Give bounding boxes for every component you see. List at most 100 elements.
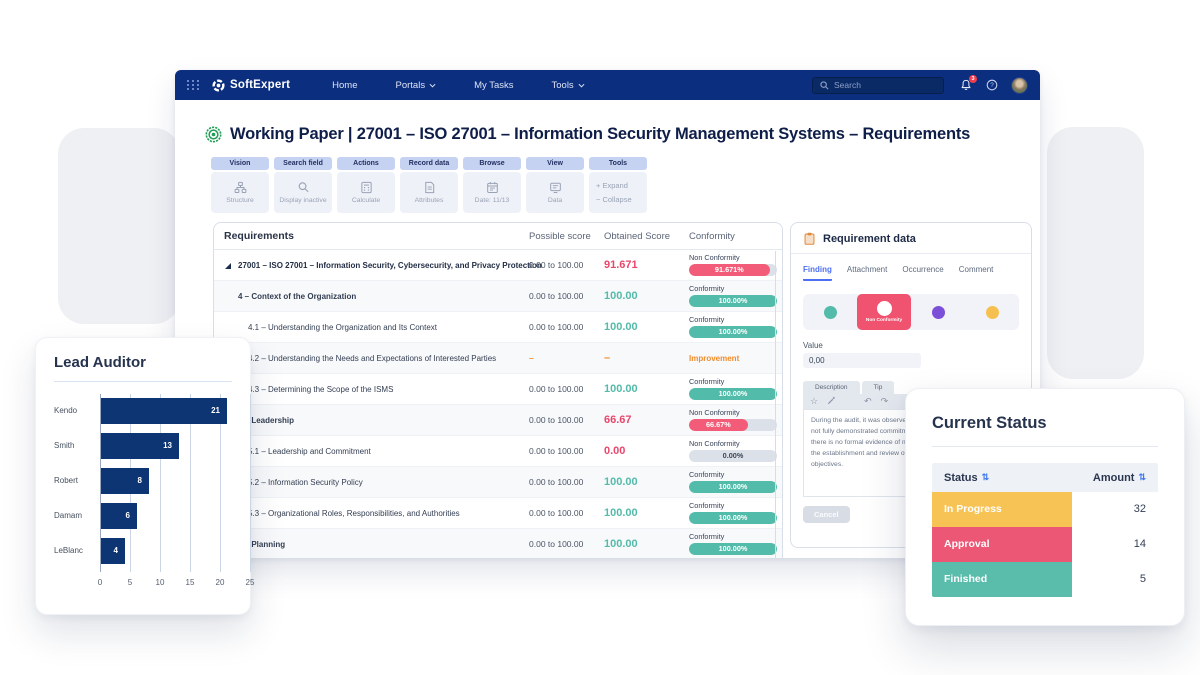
toolbar-button-attributes[interactable]: Attributes xyxy=(400,172,458,213)
obtained-score-value: 100.00 xyxy=(604,281,638,312)
possible-score-value: 0.00 to 100.00 xyxy=(529,467,583,498)
requirements-table-header: Requirements Possible score Obtained Sco… xyxy=(214,223,782,250)
table-row[interactable]: 4.1 – Understanding the Organization and… xyxy=(214,312,782,343)
possible-score-value: 0.00 to 100.00 xyxy=(529,374,583,405)
magic-wand-icon[interactable] xyxy=(827,396,836,407)
value-input[interactable] xyxy=(803,353,921,368)
possible-score-value: 0.00 to 100.00 xyxy=(529,436,583,467)
status-row-finished[interactable]: Finished5 xyxy=(932,562,1158,597)
requirement-label: 5.3 – Organizational Roles, Responsibili… xyxy=(248,498,460,529)
user-avatar[interactable] xyxy=(1011,77,1028,94)
pill-percent-label: 66.67% xyxy=(689,419,748,431)
table-row[interactable]: 4.3 – Determining the Scope of the ISMS0… xyxy=(214,374,782,405)
status-column-sort[interactable]: Status⇅ xyxy=(932,472,1072,484)
amount-column-sort[interactable]: Amount⇅ xyxy=(1072,472,1158,484)
requirement-data-tabs: Finding Attachment Occurrence Comment xyxy=(791,254,1031,281)
requirements-table-body: 27001 – ISO 27001 – Information Security… xyxy=(214,250,782,558)
requirement-label: 5.1 – Leadership and Commitment xyxy=(248,436,371,467)
chevron-down-icon xyxy=(578,80,585,91)
toolbar-group-title: Tools xyxy=(589,157,647,170)
search-input[interactable] xyxy=(834,80,934,90)
tab-attachment[interactable]: Attachment xyxy=(847,265,887,281)
nav-item-tools[interactable]: Tools xyxy=(552,80,585,91)
editor-tab-description[interactable]: Description xyxy=(803,381,860,394)
toolbar-button-data[interactable]: Data xyxy=(526,172,584,213)
editor-tab-tip[interactable]: Tip xyxy=(862,381,895,394)
finding-option-non-conformity[interactable]: Non Conformity xyxy=(857,294,911,330)
table-row[interactable]: 5.2 – Information Security Policy0.00 to… xyxy=(214,467,782,498)
toolbar-button-label[interactable]: − Collapse xyxy=(596,195,632,204)
cancel-button[interactable]: Cancel xyxy=(803,506,850,523)
toolbar-button-expand-collapse[interactable]: + Expand − Collapse xyxy=(589,172,647,213)
possible-score-value: – xyxy=(529,343,534,374)
tab-occurrence[interactable]: Occurrence xyxy=(902,265,943,281)
redo-icon[interactable]: ↷ xyxy=(881,397,889,406)
notifications-button[interactable]: 3 xyxy=(960,79,972,91)
finding-option-conformity[interactable] xyxy=(803,294,857,330)
table-row[interactable]: 5.1 – Leadership and Commitment 0.00 to 1… xyxy=(214,436,782,467)
conformity-progress-pill: 100.00% xyxy=(689,481,777,493)
toolbar-button-calculate[interactable]: Calculate xyxy=(337,172,395,213)
conformity-label: Non Conformity xyxy=(689,439,777,448)
table-row[interactable]: 27001 – ISO 27001 – Information Security… xyxy=(214,250,782,281)
app-grid-icon[interactable] xyxy=(187,80,200,90)
conformity-label: Conformity xyxy=(689,470,777,479)
requirements-scrollbar[interactable] xyxy=(775,251,776,558)
collapse-triangle-icon[interactable] xyxy=(225,263,231,269)
search-box[interactable] xyxy=(812,77,944,94)
nav-menu: Home Portals My Tasks Tools xyxy=(332,80,585,91)
table-row[interactable]: 4 – Context of the Organization0.00 to 1… xyxy=(214,281,782,312)
conformity-label: Conformity xyxy=(689,315,777,324)
structure-icon xyxy=(234,181,247,194)
table-row[interactable]: 5 – Leadership0.00 to 100.0066.67Non Con… xyxy=(214,405,782,436)
table-row[interactable]: 5.3 – Organizational Roles, Responsibili… xyxy=(214,498,782,529)
status-name-cell: Finished xyxy=(932,562,1072,597)
clipboard-icon xyxy=(803,232,816,245)
tab-comment[interactable]: Comment xyxy=(959,265,994,281)
requirement-label: 27001 – ISO 27001 – Information Security… xyxy=(238,250,542,281)
finding-option-observation[interactable] xyxy=(911,294,965,330)
nav-item-home[interactable]: Home xyxy=(332,80,357,91)
table-row[interactable]: 4.2 – Understanding the Needs and Expect… xyxy=(214,343,782,374)
table-row[interactable]: 6 – Planning0.00 to 100.00100.00Conformi… xyxy=(214,529,782,558)
conformity-label: Conformity xyxy=(689,284,777,293)
value-field-block: Value xyxy=(803,341,1019,368)
toolbar-button-label: Structure xyxy=(226,197,254,204)
column-header-possible-score: Possible score xyxy=(529,231,591,242)
bar-value-label: 4 xyxy=(114,538,118,564)
status-name-cell: Approval xyxy=(932,527,1072,562)
conformity-cell: Conformity100.00% xyxy=(689,532,777,555)
y-axis-category-label: Damam xyxy=(54,503,94,529)
toolbar-button-display-inactive[interactable]: Display inactive xyxy=(274,172,332,213)
toolbar-button-label[interactable]: + Expand xyxy=(596,181,628,190)
lead-auditor-bar-chart: 0510152025Kendo21Smith13Robert8Damam6LeB… xyxy=(54,394,232,594)
status-amount-cell: 14 xyxy=(1072,527,1158,562)
toolbar-button-structure[interactable]: Structure xyxy=(211,172,269,213)
favorite-icon[interactable]: ☆ xyxy=(810,397,818,406)
toolbar-button-date-11-13[interactable]: Date: 11/13 xyxy=(463,172,521,213)
nav-item-my-tasks[interactable]: My Tasks xyxy=(474,80,513,91)
x-axis-tick-label: 15 xyxy=(180,578,200,587)
status-row-approval[interactable]: Approval14 xyxy=(932,527,1158,562)
bar-robert: 8 xyxy=(101,468,149,494)
conformity-progress-pill: 100.00% xyxy=(689,326,777,338)
pill-percent-label: 100.00% xyxy=(689,326,777,338)
page-title: Working Paper | 27001 – ISO 27001 – Info… xyxy=(230,125,970,144)
finding-option-improvement[interactable] xyxy=(965,294,1019,330)
y-axis-category-label: Kendo xyxy=(54,398,94,424)
brand-name: SoftExpert xyxy=(230,79,290,91)
obtained-score-value: 0.00 xyxy=(604,436,625,467)
tab-finding[interactable]: Finding xyxy=(803,265,832,281)
y-axis-category-label: Robert xyxy=(54,468,94,494)
obtained-score-value: – xyxy=(604,343,610,374)
brand-logo[interactable]: SoftExpert xyxy=(212,79,290,92)
working-paper-target-icon xyxy=(205,126,222,143)
status-row-in-progress[interactable]: In Progress32 xyxy=(932,492,1158,527)
nav-item-portals[interactable]: Portals xyxy=(396,80,437,91)
help-button[interactable]: ? xyxy=(986,79,998,91)
selected-finding-label: Non Conformity xyxy=(866,318,902,323)
y-axis-category-label: Smith xyxy=(54,433,94,459)
toolbar-group-title: Vision xyxy=(211,157,269,170)
undo-icon[interactable]: ↶ xyxy=(864,397,872,406)
bar-smith: 13 xyxy=(101,433,179,459)
